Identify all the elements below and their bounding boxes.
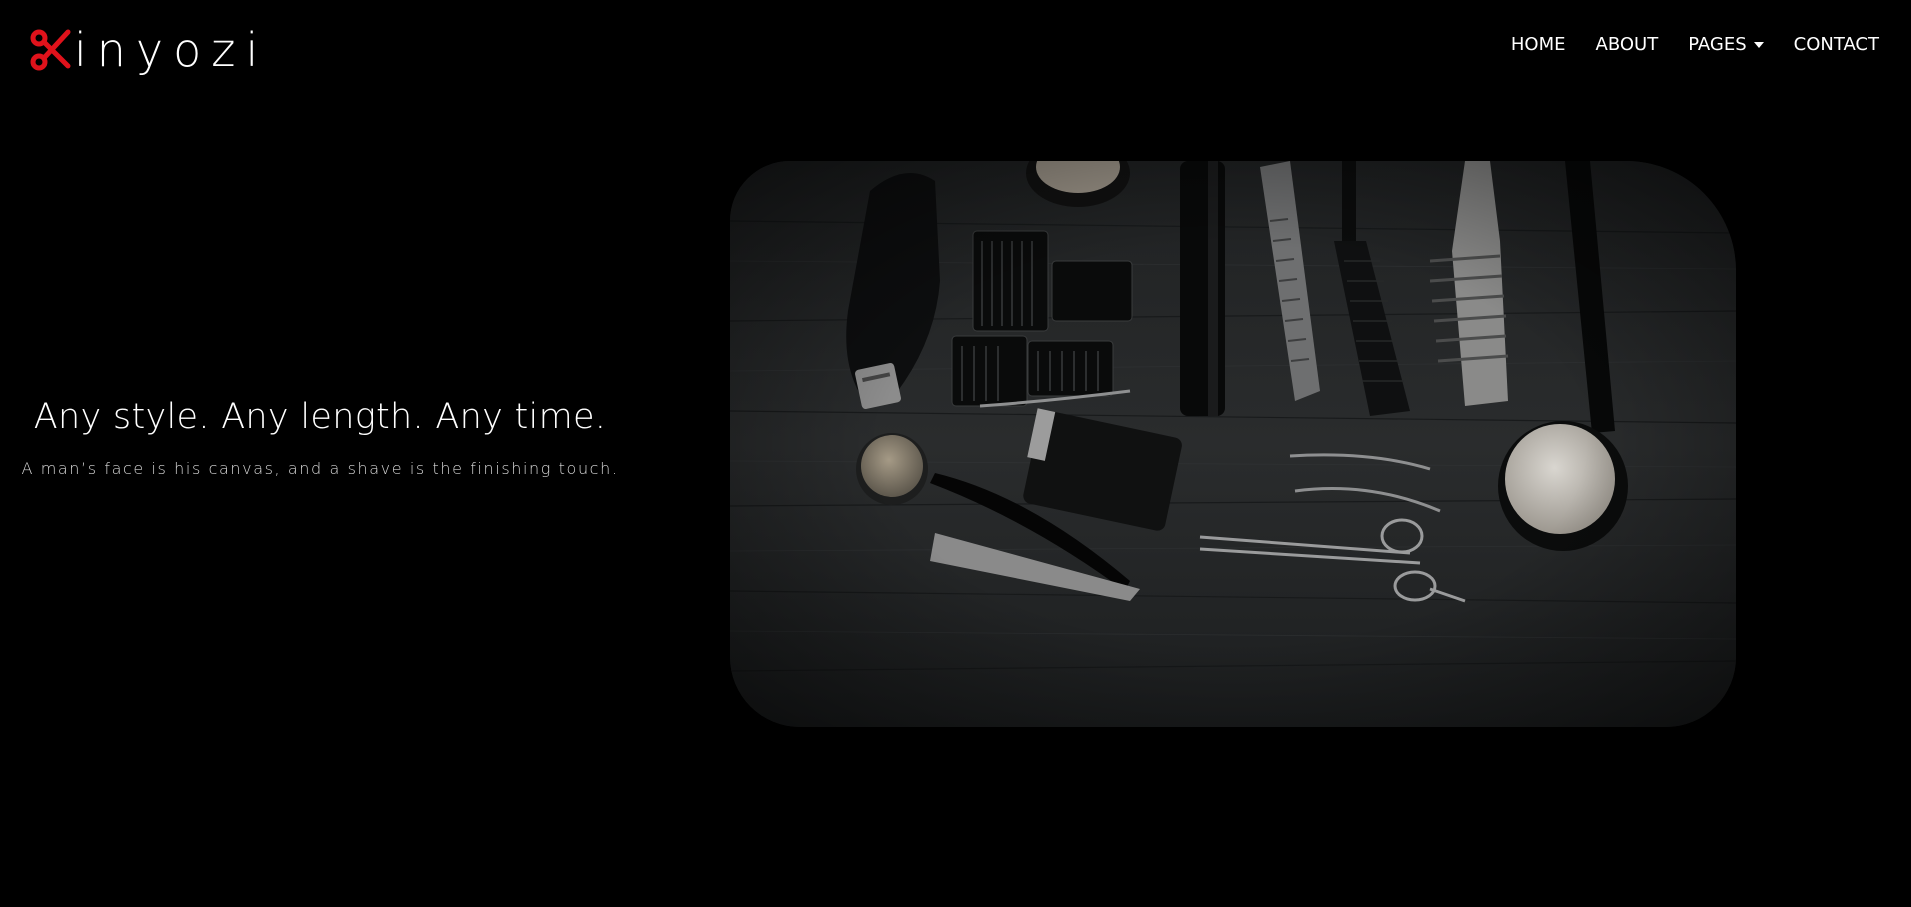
nav-pages-dropdown[interactable]: PAGES: [1688, 34, 1764, 55]
hero-image: [730, 161, 1736, 727]
nav-about[interactable]: ABOUT: [1596, 34, 1659, 55]
nav-contact-label: CONTACT: [1793, 34, 1879, 55]
nav-pages-label: PAGES: [1688, 34, 1747, 55]
scissors-icon: [30, 29, 71, 71]
nav-about-label: ABOUT: [1595, 34, 1659, 55]
caret-down-icon: [1753, 41, 1764, 48]
hero-subtitle: A man’s face is his canvas, and a shave …: [21, 458, 619, 478]
barber-tools-image: [730, 161, 1736, 727]
brand-name: inyozi: [74, 23, 269, 77]
brand-logo[interactable]: inyozi: [30, 20, 268, 80]
hero-title: Any style. Any length. Any time.: [33, 397, 607, 437]
navbar: inyozi HOME ABOUT PAGES CONTACT: [0, 0, 1911, 100]
nav-contact[interactable]: CONTACT: [1794, 34, 1879, 55]
hero-text: Any style. Any length. Any time. A man’s…: [0, 395, 640, 478]
nav-home[interactable]: HOME: [1511, 34, 1566, 55]
main-nav: HOME ABOUT PAGES CONTACT: [1481, 34, 1879, 55]
nav-home-label: HOME: [1510, 34, 1566, 55]
